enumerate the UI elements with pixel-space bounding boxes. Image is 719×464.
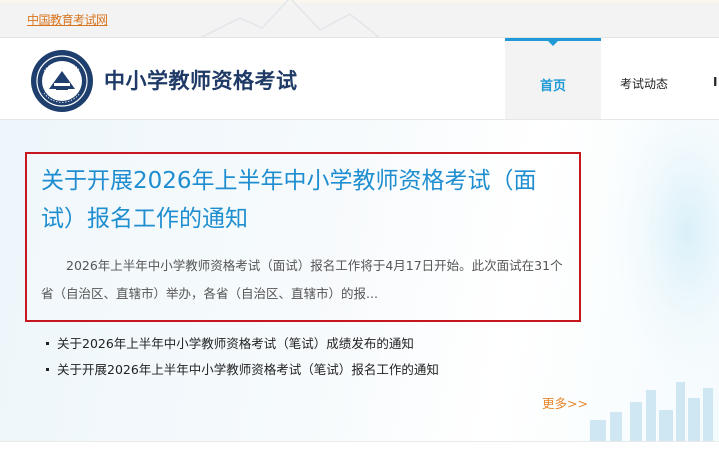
top-strip: 中国教育考试网 [0, 0, 719, 38]
mountain-outline-icon [200, 0, 380, 37]
more-link[interactable]: 更多>> [542, 393, 588, 412]
featured-news-card[interactable]: 关于开展2026年上半年中小学教师资格考试（面试）报名工作的通知 2026年上半… [25, 152, 581, 322]
news-list: 关于2026年上半年中小学教师资格考试（笔试）成绩发布的通知 关于开展2026年… [46, 334, 439, 386]
top-home-link[interactable]: 中国教育考试网 [27, 11, 108, 28]
site-header: 中小学教师资格考试 首页 考试动态 I [0, 38, 719, 120]
nav-item-home[interactable]: 首页 [505, 38, 601, 119]
bullet-icon [46, 368, 49, 371]
news-item-link[interactable]: 关于2026年上半年中小学教师资格考试（笔试）成绩发布的通知 [57, 336, 414, 351]
nav-item-exam-news[interactable]: 考试动态 [620, 75, 668, 92]
nav-item-next[interactable]: I [713, 75, 717, 89]
list-item[interactable]: 关于2026年上半年中小学教师资格考试（笔试）成绩发布的通知 [46, 334, 439, 360]
news-item-link[interactable]: 关于开展2026年上半年中小学教师资格考试（笔试）报名工作的通知 [57, 362, 439, 377]
site-title: 中小学教师资格考试 [104, 69, 298, 93]
bullet-icon [46, 342, 49, 345]
active-caret-icon [547, 40, 559, 46]
featured-news-title[interactable]: 关于开展2026年上半年中小学教师资格考试（面试）报名工作的通知 [41, 162, 561, 238]
main-content: 关于开展2026年上半年中小学教师资格考试（面试）报名工作的通知 2026年上半… [0, 120, 719, 441]
nav-item-home-label: 首页 [539, 79, 566, 94]
list-item[interactable]: 关于开展2026年上半年中小学教师资格考试（笔试）报名工作的通知 [46, 360, 439, 386]
logo-icon[interactable] [30, 49, 94, 113]
footer-divider [0, 441, 719, 464]
featured-news-summary: 2026年上半年中小学教师资格考试（面试）报名工作将于4月17日开始。此次面试在… [41, 258, 563, 301]
